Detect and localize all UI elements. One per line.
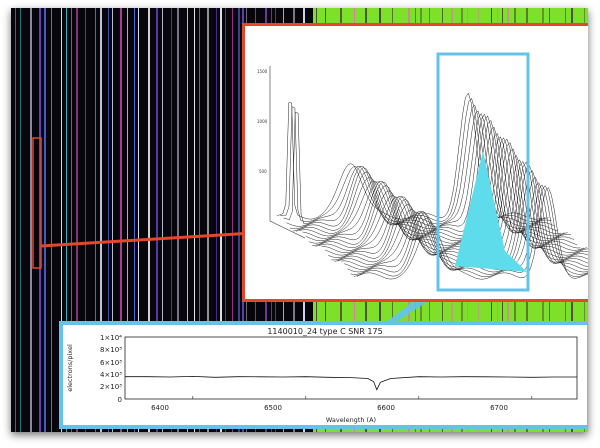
x-tick-label: 6600: [377, 404, 395, 412]
z-tick-label: 500: [259, 169, 267, 174]
y-tick-label: 1×10⁴: [100, 334, 122, 342]
surface-plot-inset: 1500 1000 500: [242, 23, 588, 302]
detector-stripe: [51, 8, 52, 432]
axis-ticks: [192, 396, 533, 399]
surface-plot: 1500 1000 500: [257, 52, 588, 292]
y-tick-label: 4×10³: [100, 371, 122, 379]
spectrum-series-line: [125, 375, 577, 391]
y-tick-label: 6×10³: [100, 359, 122, 367]
surface-mesh: [276, 92, 588, 280]
spectrum-inset: 1140010_24 type C SNR 175 electrons/pixe…: [59, 321, 588, 429]
z-tick-label: 1000: [257, 119, 268, 124]
detector-stripe: [30, 8, 32, 432]
spectrum-chart: 1140010_24 type C SNR 175 electrons/pixe…: [66, 327, 578, 424]
x-tick-label: 6400: [151, 404, 169, 412]
chart-title: 1140010_24 type C SNR 175: [267, 327, 382, 336]
x-axis-label: Wavelength (A): [326, 416, 376, 424]
detector-image-frame: 1500 1000 500 1140010_24 type C SNR 175 …: [11, 8, 588, 432]
z-tick-label: 1500: [257, 69, 268, 74]
plot-area: [124, 336, 578, 400]
detector-stripe: [15, 8, 16, 432]
detector-stripe: [20, 8, 21, 432]
x-tick-label: 6500: [264, 404, 282, 412]
surface-mesh-line: [283, 104, 549, 225]
detector-stripe: [44, 8, 46, 432]
y-tick-label: 8×10³: [100, 346, 122, 354]
y-axis-label: electrons/pixel: [66, 344, 74, 392]
y-tick-label: 0: [118, 396, 122, 404]
x-tick-label: 6700: [490, 404, 508, 412]
y-tick-label: 2×10³: [100, 383, 122, 391]
